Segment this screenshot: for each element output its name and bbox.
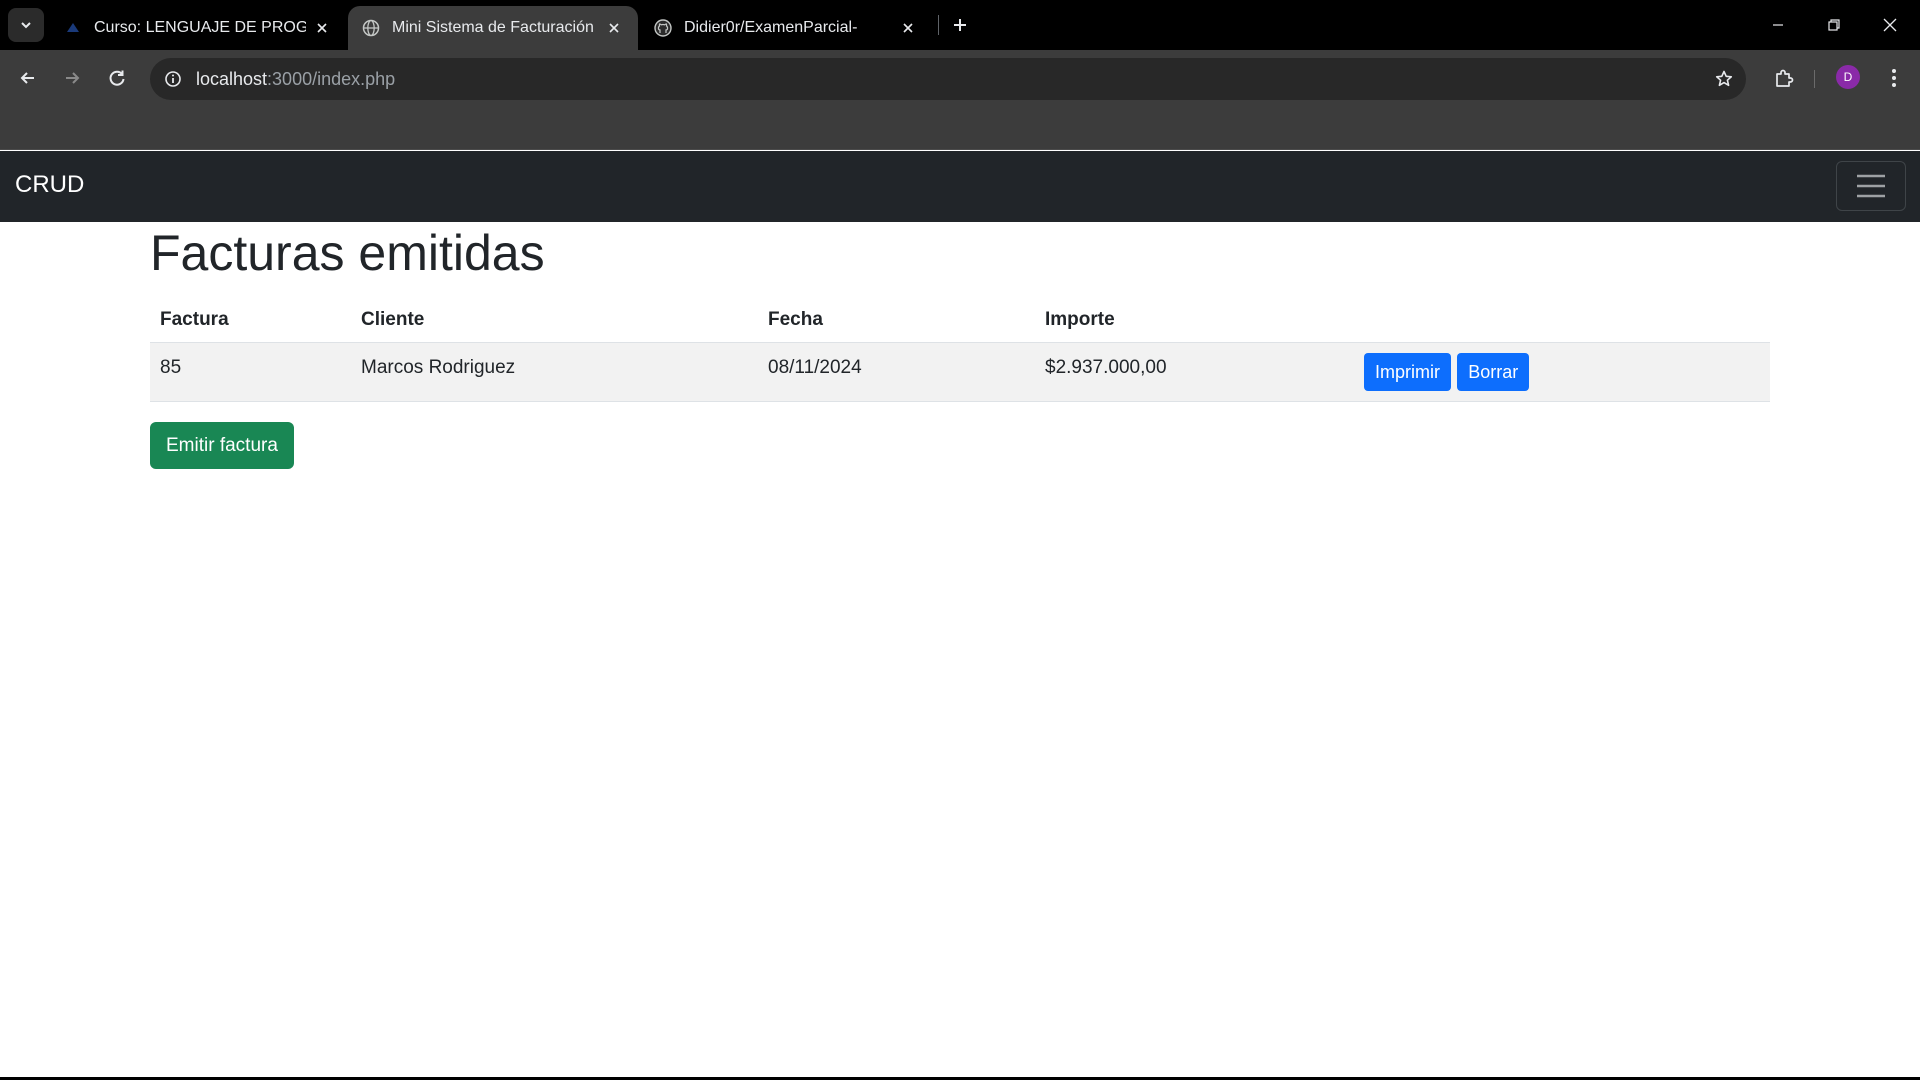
column-header-fecha: Fecha <box>758 298 1035 343</box>
browser-menu-button[interactable] <box>1878 62 1910 94</box>
tab-search-button[interactable] <box>8 8 44 42</box>
back-button[interactable] <box>12 62 44 94</box>
globe-icon <box>362 19 380 37</box>
extensions-button[interactable] <box>1768 62 1800 94</box>
hamburger-menu-icon <box>1857 174 1885 198</box>
cell-importe: $2.937.000,00 <box>1035 342 1354 402</box>
toolbar-divider <box>1814 70 1815 88</box>
print-button[interactable]: Imprimir <box>1364 352 1451 391</box>
profile-avatar[interactable]: D <box>1836 65 1860 89</box>
browser-tab[interactable]: Didier0r/ExamenParcial- <box>640 6 932 50</box>
address-bar[interactable]: localhost:3000/index.php <box>150 58 1746 100</box>
chevron-down-icon <box>21 22 31 29</box>
page-title: Facturas emitidas <box>150 225 545 281</box>
tab-title: Mini Sistema de Facturación <box>392 19 594 36</box>
browser-tab-bar: Curso: LENGUAJE DE PROGRAMACIÓN Mini Sis… <box>0 0 1920 50</box>
cell-actions: Imprimir Borrar <box>1354 342 1770 402</box>
table-header-row: Factura Cliente Fecha Importe <box>150 298 1770 343</box>
moodle-favicon-icon <box>64 19 82 37</box>
puzzle-icon <box>1776 69 1794 87</box>
cell-factura: 85 <box>150 342 351 402</box>
plus-icon <box>954 19 966 31</box>
new-tab-button[interactable] <box>946 11 974 39</box>
close-window-button[interactable] <box>1862 0 1918 50</box>
reload-icon <box>109 70 125 86</box>
restore-button[interactable] <box>1806 0 1862 50</box>
more-vertical-icon <box>1892 69 1896 87</box>
github-icon <box>654 19 672 37</box>
delete-button[interactable]: Borrar <box>1457 352 1530 391</box>
tab-divider <box>938 15 939 35</box>
navbar-brand[interactable]: CRUD <box>15 171 84 199</box>
restore-icon <box>1828 19 1840 31</box>
forward-button[interactable] <box>56 62 88 94</box>
table-row: 85 Marcos Rodriguez 08/11/2024 $2.937.00… <box>150 342 1770 402</box>
site-navbar: CRUD <box>0 151 1920 222</box>
column-header-importe: Importe <box>1035 298 1354 343</box>
url-text[interactable]: localhost:3000/index.php <box>196 69 395 90</box>
cell-cliente: Marcos Rodriguez <box>351 342 758 402</box>
close-icon <box>1883 18 1897 32</box>
column-header-actions <box>1354 298 1770 343</box>
arrow-right-icon <box>66 72 80 84</box>
tab-title: Curso: LENGUAJE DE PROGRAMACIÓN <box>94 19 306 36</box>
minimize-button[interactable] <box>1750 0 1806 50</box>
arrow-left-icon <box>20 72 34 84</box>
browser-tab[interactable]: Curso: LENGUAJE DE PROGRAMACIÓN <box>50 6 346 50</box>
tab-title: Didier0r/ExamenParcial- <box>684 19 858 36</box>
url-host: localhost <box>196 69 268 89</box>
column-header-cliente: Cliente <box>351 298 758 343</box>
navbar-toggler-button[interactable] <box>1836 161 1906 211</box>
browser-tab-active[interactable]: Mini Sistema de Facturación <box>348 6 638 50</box>
close-icon[interactable] <box>898 18 918 38</box>
emit-invoice-button[interactable]: Emitir factura <box>150 422 294 469</box>
minimize-icon <box>1773 24 1783 26</box>
bookmark-star-icon[interactable] <box>1712 67 1736 91</box>
invoices-table: Factura Cliente Fecha Importe 85 Marcos … <box>150 298 1770 402</box>
column-header-factura: Factura <box>150 298 351 343</box>
site-info-icon[interactable] <box>160 66 186 92</box>
reload-button[interactable] <box>101 62 133 94</box>
url-path: :3000/index.php <box>267 69 396 89</box>
cell-fecha: 08/11/2024 <box>758 342 1035 402</box>
browser-toolbar: localhost:3000/index.php D <box>0 50 1920 150</box>
close-icon[interactable] <box>312 18 332 38</box>
close-icon[interactable] <box>604 18 624 38</box>
